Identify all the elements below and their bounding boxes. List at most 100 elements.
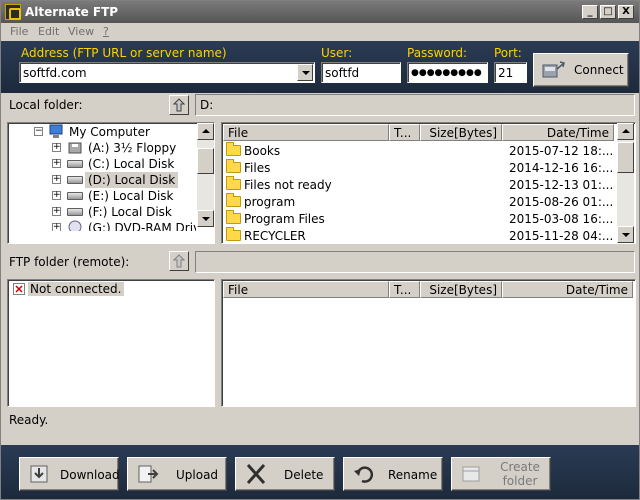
local-up-button[interactable] [169, 95, 189, 115]
window-title: Alternate FTP [25, 5, 119, 19]
expand-icon[interactable]: + [52, 159, 61, 168]
remote-up-button[interactable] [169, 251, 189, 271]
file-row[interactable]: Files not ready 2015-12-13 01:... [224, 176, 614, 193]
menu-edit[interactable]: Edit [38, 25, 59, 38]
folder-icon [226, 159, 241, 173]
column-file[interactable]: File [223, 124, 389, 141]
drive-icon [67, 192, 83, 200]
minimize-button[interactable]: _ [582, 5, 598, 19]
file-list-vertical-scrollbar[interactable] [617, 123, 634, 243]
file-row[interactable]: Program Files 2015-03-08 16:... [224, 210, 614, 227]
address-label: Address (FTP URL or server name) [21, 46, 227, 60]
file-row[interactable]: Files 2014-12-16 16:... [224, 159, 614, 176]
expand-icon[interactable]: + [52, 175, 61, 184]
file-name: program [244, 195, 296, 209]
local-path-value: D: [200, 98, 214, 112]
password-value: ●●●●●●●●● [411, 68, 482, 78]
maximize-button[interactable]: □ [600, 5, 616, 19]
tree-item-drive-d[interactable]: + (D:) Local Disk [52, 172, 179, 188]
create-folder-label: Create folder [500, 460, 540, 488]
tree-item-label: (C:) Local Disk [88, 157, 175, 171]
column-size[interactable]: Size[Bytes] [420, 281, 502, 298]
file-date: 2015-03-08 16:... [509, 212, 614, 226]
file-row[interactable]: RECYCLER 2015-11-28 04:... [224, 227, 614, 243]
tree-vertical-scrollbar[interactable] [197, 123, 214, 227]
address-combobox[interactable]: softfd.com [19, 62, 315, 83]
menu-help[interactable]: ? [103, 25, 109, 38]
create-folder-button[interactable]: Create folder [451, 457, 551, 491]
scroll-up-button[interactable] [617, 123, 634, 140]
port-label: Port: [494, 46, 522, 60]
drive-icon [67, 176, 83, 184]
app-window: Alternate FTP _ □ X File Edit View ? Add… [0, 0, 640, 500]
file-date: 2015-07-12 18:... [509, 144, 614, 158]
tree-item-drive-g[interactable]: + (G:) DVD-RAM Drive [52, 220, 196, 231]
address-value: softfd.com [23, 66, 87, 80]
scroll-thumb[interactable] [197, 148, 214, 174]
upload-icon [138, 465, 159, 483]
expand-icon[interactable]: + [52, 207, 61, 216]
port-value: 21 [498, 66, 514, 80]
tree-item-label: (E:) Local Disk [88, 189, 174, 203]
collapse-icon[interactable]: − [34, 127, 43, 136]
drive-icon [67, 160, 83, 168]
file-name: Program Files [244, 212, 325, 226]
error-icon [13, 283, 25, 295]
user-value: softfd [325, 66, 360, 80]
expand-icon[interactable]: + [52, 143, 61, 152]
port-field[interactable]: 21 [494, 62, 527, 83]
expand-icon[interactable]: + [52, 191, 61, 200]
drive-icon [67, 208, 83, 216]
user-field[interactable]: softfd [321, 62, 401, 83]
scroll-down-button[interactable] [617, 226, 634, 243]
column-type[interactable]: T... [389, 124, 420, 141]
menu-view[interactable]: View [68, 25, 94, 38]
folder-up-icon [173, 98, 185, 112]
local-path[interactable]: D: [195, 94, 635, 116]
remote-path[interactable] [195, 251, 635, 273]
title-bar[interactable]: Alternate FTP _ □ X [1, 1, 639, 23]
address-dropdown-button[interactable] [297, 64, 313, 81]
menu-bar: File Edit View ? [1, 23, 639, 41]
download-button[interactable]: Download [19, 457, 120, 491]
file-date: 2014-12-16 16:... [509, 161, 614, 175]
remote-tree[interactable]: Not connected. [7, 279, 215, 407]
download-label: Download [60, 468, 120, 482]
local-file-list[interactable]: File T... Size[Bytes] Date/Time Books 20… [221, 122, 636, 244]
delete-button[interactable]: Delete [235, 457, 335, 491]
connection-panel: Address (FTP URL or server name) softfd.… [1, 41, 639, 93]
expand-icon[interactable]: + [52, 223, 61, 231]
connect-button[interactable]: Connect [533, 53, 629, 87]
file-date: 2015-12-13 01:... [509, 178, 614, 192]
create-folder-icon [462, 466, 480, 482]
status-bar: Ready. [1, 407, 639, 445]
file-date: 2015-11-28 04:... [509, 229, 614, 243]
upload-button[interactable]: Upload [127, 457, 227, 491]
column-type[interactable]: T... [389, 281, 420, 298]
not-connected-status: Not connected. [28, 282, 124, 296]
rename-button[interactable]: Rename [343, 457, 443, 491]
file-row[interactable]: program 2015-08-26 01:... [224, 193, 614, 210]
connect-icon [542, 61, 565, 78]
close-button[interactable]: X [618, 5, 634, 19]
column-size[interactable]: Size[Bytes] [420, 124, 502, 141]
rename-icon [354, 466, 373, 483]
column-file[interactable]: File [223, 281, 389, 298]
scroll-up-button[interactable] [197, 123, 214, 140]
ftp-folder-label: FTP folder (remote): [9, 255, 130, 269]
remote-file-list[interactable]: File T... Size[Bytes] Date/Time [221, 279, 636, 407]
password-field[interactable]: ●●●●●●●●● [407, 62, 488, 83]
computer-icon [49, 124, 63, 138]
download-icon [30, 465, 48, 483]
file-name: Books [244, 144, 281, 158]
scroll-thumb[interactable] [617, 142, 634, 173]
local-tree[interactable]: − My Computer + (A:) 3½ Floppy + (C:) Lo… [7, 122, 215, 244]
menu-file[interactable]: File [10, 25, 28, 38]
app-icon [5, 4, 21, 20]
scroll-down-button[interactable] [197, 210, 214, 227]
file-name: RECYCLER [244, 229, 306, 243]
file-row[interactable]: Books 2015-07-12 18:... [224, 142, 614, 159]
column-datetime[interactable]: Date/Time [502, 281, 633, 298]
delete-icon [246, 464, 266, 484]
column-datetime[interactable]: Date/Time [502, 124, 614, 141]
